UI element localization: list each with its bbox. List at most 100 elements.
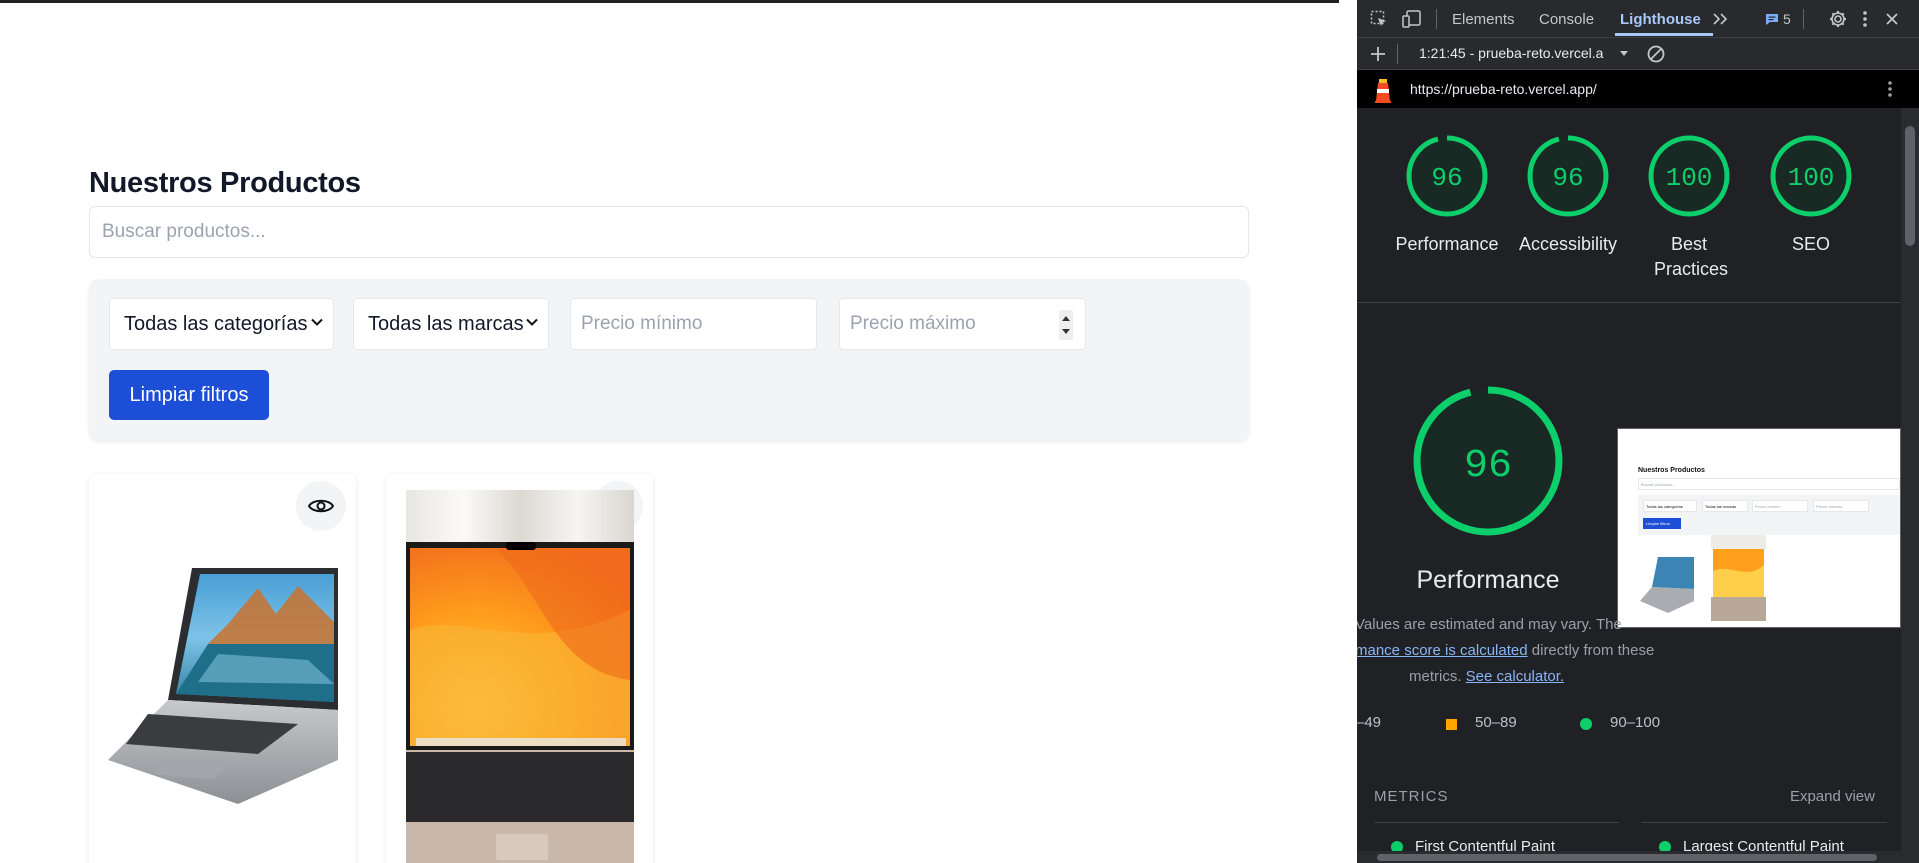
eye-icon <box>308 499 334 513</box>
metrics-header: METRICS <box>1374 788 1449 805</box>
chevron-down-icon <box>526 318 538 326</box>
web-page: Nuestros Productos Todas las categorías … <box>0 0 1339 863</box>
score-label: Performance <box>1395 234 1499 254</box>
brand-select-value: Todas las marcas <box>368 312 524 335</box>
lighthouse-scrollbar[interactable] <box>1901 108 1919 863</box>
thumbnail-title: Nuestros Productos <box>1638 467 1705 474</box>
performance-gauge-large: 96 <box>1413 386 1563 536</box>
audited-url-bar: https://prueba-reto.vercel.app/ <box>1357 70 1919 108</box>
devtools-toolbar: Elements Console Lighthouse 5 <box>1357 0 1919 38</box>
score-label: Accessibility <box>1518 234 1618 254</box>
gauge-ring: 96 <box>1406 135 1488 217</box>
min-price-input[interactable]: Precio mínimo <box>570 298 817 350</box>
tab-lighthouse[interactable]: Lighthouse <box>1620 11 1701 28</box>
thumbnail-filters: Todas las categorías Todas las marcas Pr… <box>1638 495 1900 535</box>
lighthouse-scrollbar-thumb[interactable] <box>1905 126 1915 246</box>
score-value: 100 <box>1788 163 1835 193</box>
toolbar-divider <box>1803 9 1804 29</box>
max-price-input[interactable]: Precio máximo <box>839 298 1086 350</box>
settings-gear-icon[interactable] <box>1829 10 1847 28</box>
score-gauge-accessibility[interactable]: 96 Accessibility <box>1508 134 1628 257</box>
legend-pass: 90–100 <box>1610 714 1661 731</box>
toolbar-divider <box>1397 44 1398 64</box>
toolbar-divider <box>1436 9 1437 29</box>
lighthouse-report: 96 Performance 96 Accessibility 100 Best… <box>1357 108 1901 863</box>
thumbnail-laptop-image <box>1638 543 1698 621</box>
legend-fail: –49 <box>1357 714 1382 731</box>
tab-elements[interactable]: Elements <box>1452 11 1515 28</box>
score-value: 96 <box>1552 163 1583 193</box>
active-tab-indicator <box>1615 33 1713 36</box>
more-options-icon[interactable] <box>1862 10 1868 28</box>
thumbnail-clear: Limpiar filtros <box>1643 518 1681 529</box>
category-select-value: Todas las categorías <box>124 312 308 335</box>
score-label: SEO <box>1791 234 1830 254</box>
report-selector[interactable]: 1:21:45 - prueba-reto.vercel.a <box>1419 45 1616 61</box>
brand-select[interactable]: Todas las marcas <box>353 298 549 350</box>
gauge-ring: 100 <box>1770 135 1852 217</box>
devtools-panel: Elements Console Lighthouse 5 1:21:45 - … <box>1357 0 1919 863</box>
thumbnail-macbook-image <box>1711 535 1766 621</box>
gauge-ring: 100 <box>1648 135 1730 217</box>
final-screenshot-thumbnail[interactable]: Nuestros Productos Buscar productos... T… <box>1617 428 1901 628</box>
more-tabs-icon[interactable] <box>1712 12 1730 26</box>
lighthouse-logo-icon <box>1375 79 1391 103</box>
estimation-note: Values are estimated and may vary. The m… <box>1357 612 1654 690</box>
filters-panel: Todas las categorías Todas las marcas Pr… <box>89 279 1249 440</box>
legend-average: 50–89 <box>1475 714 1517 731</box>
number-spinner-icon[interactable] <box>1059 310 1073 340</box>
issues-icon[interactable] <box>1765 13 1779 26</box>
product-card[interactable] <box>89 474 356 863</box>
product-card[interactable] <box>386 474 653 863</box>
report-menu-icon[interactable] <box>1887 80 1893 98</box>
device-toolbar-icon[interactable] <box>1402 10 1422 28</box>
page-title: Nuestros Productos <box>89 167 361 199</box>
lighthouse-report-bar: 1:21:45 - prueba-reto.vercel.a <box>1357 38 1919 70</box>
chevron-down-icon <box>311 318 323 326</box>
category-select[interactable]: Todas las categorías <box>109 298 334 350</box>
thumbnail-brand: Todas las marcas <box>1702 500 1748 512</box>
new-report-plus-icon[interactable] <box>1370 46 1386 62</box>
view-product-button[interactable] <box>296 481 346 531</box>
thumbnail-min: Precio mínimo <box>1752 500 1808 512</box>
audited-url: https://prueba-reto.vercel.app/ <box>1410 81 1597 97</box>
clear-filters-button[interactable]: Limpiar filtros <box>109 370 269 420</box>
thumbnail-max: Precio máximo <box>1813 500 1869 512</box>
min-price-placeholder: Precio mínimo <box>581 313 703 334</box>
legend-pass-circle-icon <box>1580 718 1592 730</box>
horizontal-scrollbar[interactable] <box>1357 851 1901 863</box>
tab-console[interactable]: Console <box>1539 11 1594 28</box>
note-line-3: metrics. See calculator. <box>1357 664 1625 690</box>
score-value: 96 <box>1431 163 1462 193</box>
gauge-ring: 96 <box>1527 135 1609 217</box>
score-label: Best Practices <box>1654 234 1729 279</box>
close-icon[interactable] <box>1884 11 1900 27</box>
score-gauge-best-practices[interactable]: 100 Best Practices <box>1629 134 1749 282</box>
search-input[interactable] <box>89 206 1249 258</box>
legend-average-square-icon <box>1446 719 1457 730</box>
dropdown-arrow-icon[interactable] <box>1619 50 1629 58</box>
note-tail: directly from these <box>1531 642 1655 659</box>
performance-score-value: 96 <box>1464 444 1512 489</box>
score-calculated-link[interactable]: mance score is calculated <box>1357 642 1528 659</box>
horizontal-scrollbar-thumb[interactable] <box>1377 854 1877 861</box>
score-gauge-performance[interactable]: 96 Performance <box>1387 134 1507 257</box>
thumbnail-search: Buscar productos... <box>1638 478 1900 490</box>
see-calculator-link[interactable]: See calculator. <box>1466 668 1564 685</box>
max-price-placeholder: Precio máximo <box>850 313 976 334</box>
expand-view-toggle[interactable]: Expand view <box>1790 788 1875 805</box>
thumbnail-category: Todas las categorías <box>1643 500 1697 512</box>
note-line-2: mance score is calculated directly from … <box>1357 638 1654 664</box>
metrics-divider <box>1642 822 1887 823</box>
performance-title: Performance <box>1416 566 1560 594</box>
score-value: 100 <box>1666 163 1713 193</box>
macbook-image <box>406 490 634 863</box>
laptop-image <box>108 568 338 804</box>
metrics-divider <box>1374 822 1619 823</box>
note-line-1: Values are estimated and may vary. The <box>1357 616 1622 633</box>
clear-reports-icon[interactable] <box>1646 44 1666 64</box>
issues-count[interactable]: 5 <box>1783 11 1791 27</box>
score-gauge-seo[interactable]: 100 SEO <box>1751 134 1871 257</box>
inspect-element-icon[interactable] <box>1370 10 1388 28</box>
section-divider <box>1357 302 1901 303</box>
